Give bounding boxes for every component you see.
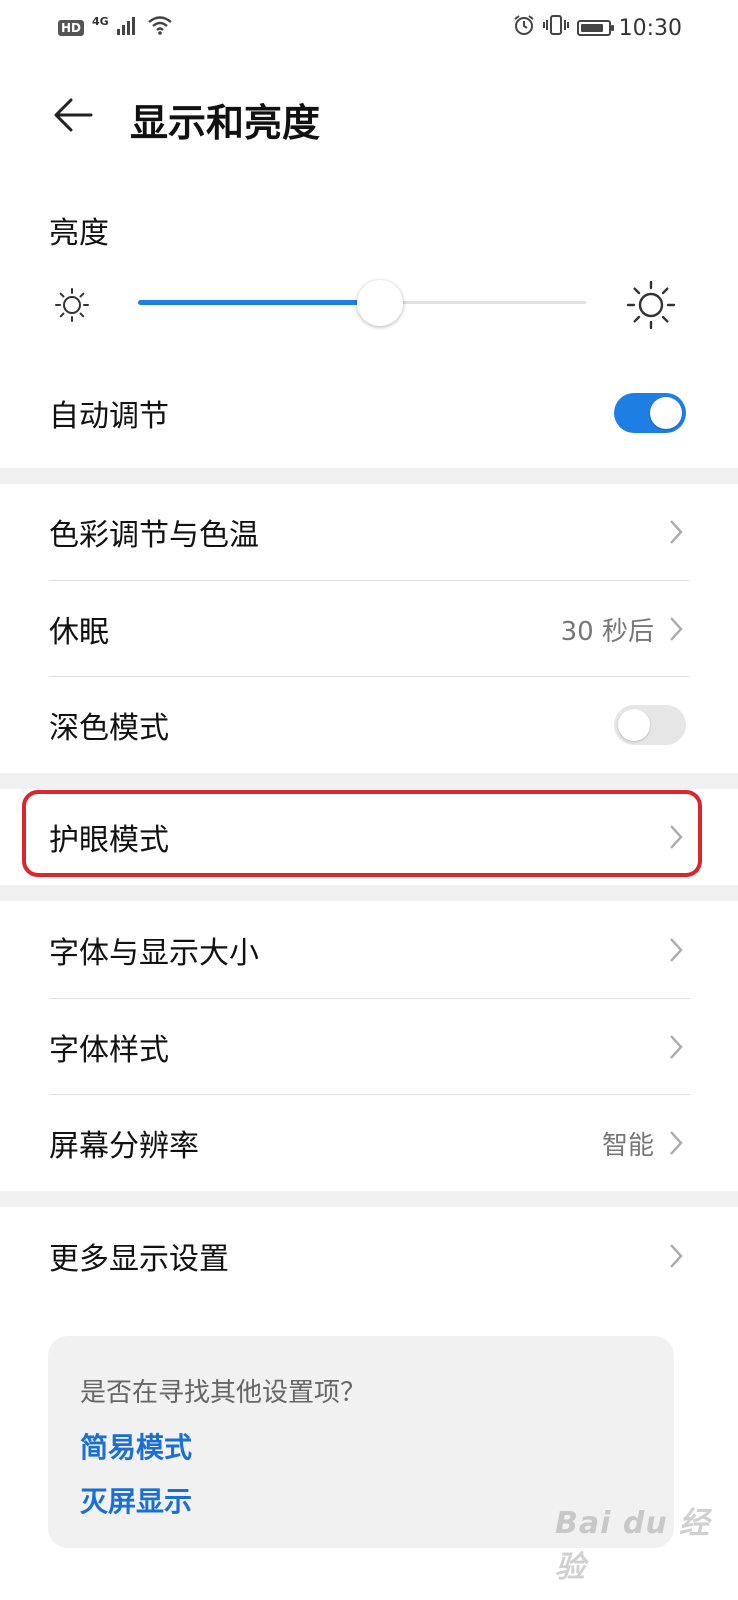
section-divider — [0, 885, 738, 901]
suggestion-title: 是否在寻找其他设置项？ — [80, 1378, 367, 1408]
slider-fill — [138, 300, 380, 305]
hd-badge: HD — [58, 20, 85, 36]
more-display-settings-row[interactable]: 更多显示设置 — [0, 1208, 738, 1304]
resolution-label: 屏幕分辨率 — [49, 1129, 199, 1164]
battery-icon — [576, 20, 614, 36]
chevron-right-icon — [666, 517, 686, 547]
dark-mode-row[interactable]: 深色模式 — [0, 677, 738, 773]
dark-mode-label: 深色模式 — [49, 711, 169, 746]
alarm-icon — [513, 14, 535, 42]
font-style-row[interactable]: 字体样式 — [0, 999, 738, 1095]
more-display-settings-label: 更多显示设置 — [49, 1242, 229, 1277]
chevron-right-icon — [666, 614, 686, 644]
header: 显示和亮度 — [0, 70, 738, 160]
toggle-knob — [650, 397, 682, 429]
color-temperature-row[interactable]: 色彩调节与色温 — [0, 484, 738, 580]
font-size-label: 字体与显示大小 — [49, 936, 259, 971]
auto-adjust-toggle[interactable] — [614, 393, 686, 433]
section-divider — [0, 1191, 738, 1207]
auto-adjust-label: 自动调节 — [49, 399, 169, 434]
resolution-value: 智能 — [601, 1130, 654, 1161]
resolution-row[interactable]: 屏幕分辨率 智能 — [0, 1095, 738, 1191]
simple-mode-link[interactable]: 简易模式 — [80, 1426, 192, 1466]
eye-comfort-label: 护眼模式 — [49, 823, 169, 858]
wifi-icon — [147, 15, 173, 41]
sleep-row[interactable]: 休眠 30 秒后 — [0, 581, 738, 677]
status-left: HD 4G — [58, 15, 173, 41]
back-button[interactable] — [48, 90, 98, 140]
status-right: 10:30 — [513, 14, 682, 42]
page-title: 显示和亮度 — [130, 101, 321, 145]
brightness-slider[interactable] — [138, 280, 586, 326]
section-divider — [0, 468, 738, 484]
chevron-right-icon — [666, 1128, 686, 1158]
chevron-right-icon — [666, 935, 686, 965]
clock: 10:30 — [618, 15, 682, 41]
dark-mode-toggle[interactable] — [614, 705, 686, 745]
watermark: Bai du 经验 — [555, 1506, 711, 1585]
font-style-label: 字体样式 — [49, 1033, 169, 1068]
signal-icon — [116, 15, 139, 41]
font-size-row[interactable]: 字体与显示大小 — [0, 902, 738, 998]
slider-thumb[interactable] — [356, 280, 403, 326]
status-bar: HD 4G 10:30 — [0, 0, 738, 56]
chevron-right-icon — [666, 1241, 686, 1271]
sleep-label: 休眠 — [49, 615, 109, 650]
sun-large-icon — [624, 278, 678, 336]
chevron-right-icon — [666, 1032, 686, 1062]
sun-small-icon — [50, 283, 94, 331]
section-divider — [0, 773, 738, 789]
toggle-knob — [618, 709, 650, 741]
always-on-display-link[interactable]: 灭屏显示 — [80, 1480, 192, 1520]
eye-comfort-row[interactable]: 护眼模式 — [0, 789, 738, 885]
vibrate-icon — [542, 14, 569, 42]
color-temperature-label: 色彩调节与色温 — [49, 518, 259, 553]
network-type: 4G — [92, 14, 109, 28]
auto-adjust-row[interactable]: 自动调节 — [0, 365, 738, 461]
chevron-right-icon — [666, 822, 686, 852]
back-arrow-icon — [54, 98, 93, 132]
brightness-label: 亮度 — [49, 216, 109, 251]
sleep-value: 30 秒后 — [560, 616, 654, 647]
battery-fill — [580, 24, 603, 32]
